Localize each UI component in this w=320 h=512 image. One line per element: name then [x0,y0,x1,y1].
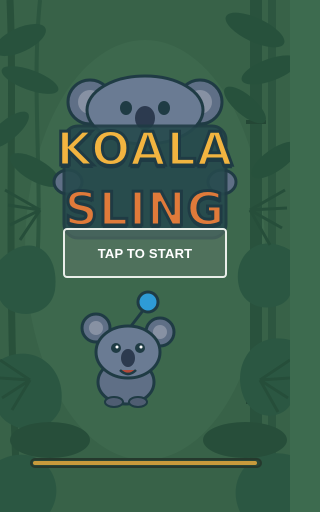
logo-title-line1: KOALA [55,121,234,178]
start-button-label: TAP TO START [97,245,193,261]
tap-to-start-button[interactable]: TAP TO START [63,228,227,278]
koala-character [80,290,176,408]
power-bar [30,458,262,468]
game-logo: KOALA SLING [50,72,240,242]
ball-icon [136,290,160,314]
power-bar-fill [33,461,257,465]
game-screen[interactable]: KOALA SLING TAP TO START [0,0,290,512]
